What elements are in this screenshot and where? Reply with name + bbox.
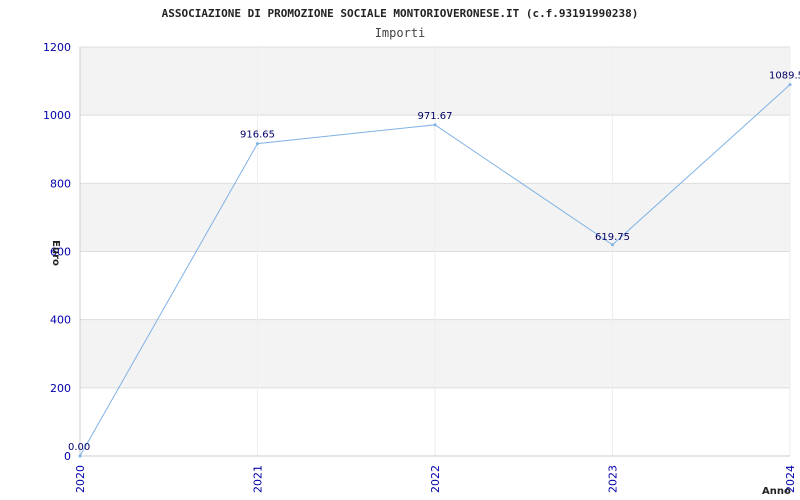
y-tick-label: 1200 [43, 41, 71, 54]
y-tick-label: 1000 [43, 109, 71, 122]
y-axis-label: Euro [50, 240, 61, 266]
chart-subtitle: Importi [375, 26, 426, 40]
data-point [788, 83, 792, 87]
y-tick-label: 400 [50, 314, 71, 327]
x-tick-label: 2022 [429, 465, 442, 493]
chart: 020040060080010001200 2020 2021 2022 2023 20… [43, 7, 800, 497]
data-label: 916.65 [240, 130, 275, 141]
data-label: 0.00 [68, 442, 90, 453]
data-point [611, 243, 614, 247]
x-tick-label: 2021 [252, 465, 265, 493]
data-label: 1089.5 [769, 71, 800, 82]
data-point [256, 142, 259, 146]
x-tick-labels: 2020 2021 2022 2023 2024 [74, 465, 797, 493]
y-tick-label: 200 [50, 382, 71, 395]
x-tick-label: 2023 [607, 465, 620, 493]
x-tick-label: 2020 [74, 465, 87, 493]
y-tick-label: 800 [50, 177, 71, 190]
data-label: 619.75 [595, 232, 630, 243]
chart-title: ASSOCIAZIONE DI PROMOZIONE SOCIALE MONTO… [162, 7, 639, 20]
data-label: 971.67 [418, 111, 453, 122]
x-axis-label: Anno [762, 486, 791, 497]
data-point [78, 454, 82, 458]
data-point [433, 123, 437, 127]
